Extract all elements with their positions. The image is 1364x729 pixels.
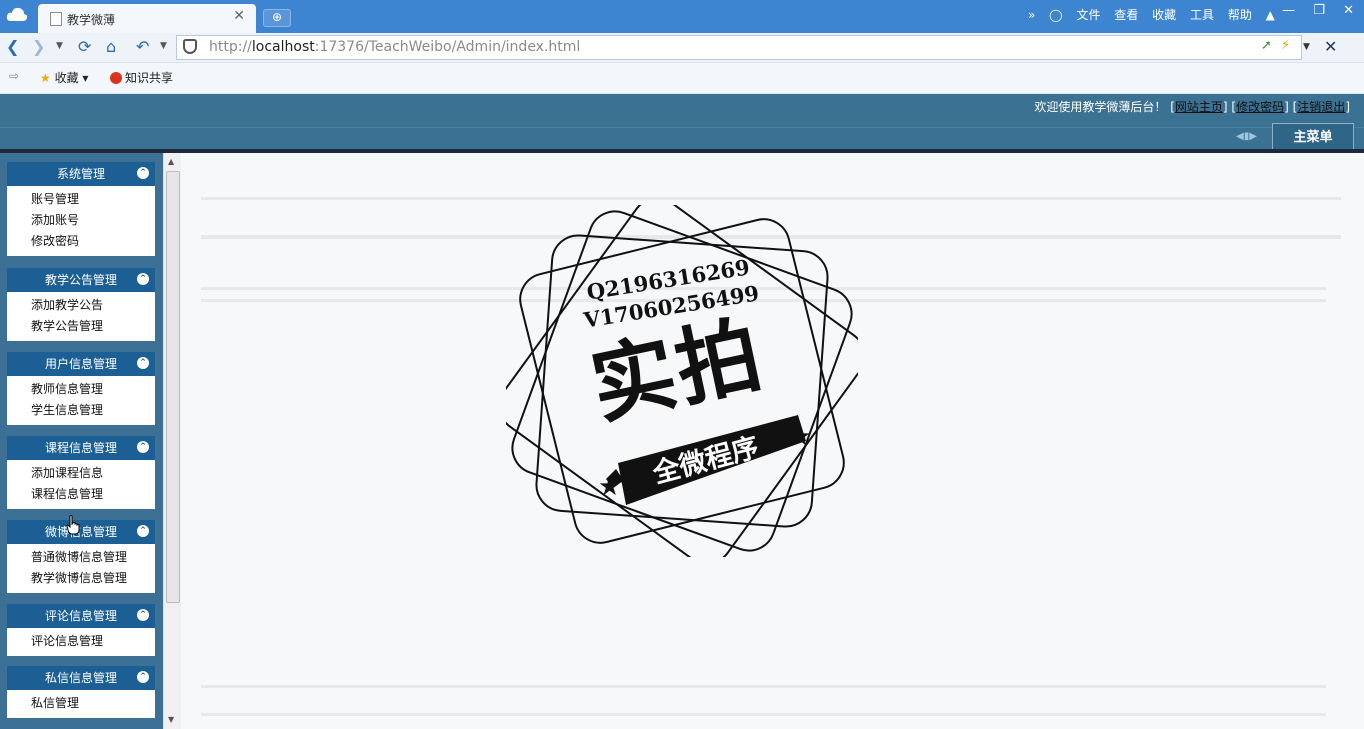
change-password-link[interactable]: 修改密码 xyxy=(1236,100,1284,114)
menu-help[interactable]: 帮助 xyxy=(1228,8,1252,22)
sidebar-item-teaching-weibo[interactable]: 教学微博信息管理 xyxy=(7,568,155,589)
menu-scroll-icon[interactable]: ◀▮▶ xyxy=(1236,131,1257,142)
sidebar-section-system: 系统管理 ⌃ 账号管理 添加账号 修改密码 xyxy=(7,162,155,256)
section-header[interactable]: 课程信息管理 ⌃ xyxy=(7,436,155,460)
welcome-bar: 欢迎使用教学微薄后台！ [网站主页] [修改密码] [注销退出] xyxy=(1034,100,1350,114)
sidebar-item-comment-manage[interactable]: 评论信息管理 xyxy=(7,631,155,652)
maximize-button[interactable]: ❐ xyxy=(1313,3,1325,18)
sidebar: 系统管理 ⌃ 账号管理 添加账号 修改密码 教学公告管理 ⌃ 添加教学公告 教学公告… xyxy=(0,153,163,729)
sidebar-scrollbar[interactable]: ▲ ▼ xyxy=(163,153,181,729)
refresh-icon[interactable]: ⟳ xyxy=(78,37,91,56)
section-header[interactable]: 微博信息管理 ⌃ xyxy=(7,520,155,544)
more-icon[interactable]: » xyxy=(1028,8,1035,22)
share-icon[interactable]: ➚ xyxy=(1261,38,1272,53)
sidebar-section-messages: 私信信息管理 ⌃ 私信管理 xyxy=(7,666,155,718)
browser-titlebar: 教学微薄 ✕ ⊕ » ◯ 文件 查看 收藏 工具 帮助 ▲ — ❐ ✕ xyxy=(0,0,1364,33)
page-icon xyxy=(50,12,62,26)
url-text: http://localhost:17376/TeachWeibo/Admin/… xyxy=(209,39,581,55)
section-header[interactable]: 系统管理 ⌃ xyxy=(7,162,155,186)
browser-tab[interactable]: 教学微薄 ✕ xyxy=(38,4,256,33)
section-header[interactable]: 评论信息管理 ⌃ xyxy=(7,604,155,628)
star-icon: ★ xyxy=(40,71,51,85)
speed-icon[interactable]: ⚡ xyxy=(1281,38,1290,53)
tab-title: 教学微薄 xyxy=(67,13,116,27)
window-controls: — ❐ ✕ xyxy=(1268,3,1354,18)
scroll-down-icon[interactable]: ▼ xyxy=(168,715,174,724)
svg-text:★: ★ xyxy=(598,472,621,502)
sidebar-item-teacher-manage[interactable]: 教师信息管理 xyxy=(7,379,155,400)
faint-divider xyxy=(201,713,1326,716)
knowledge-icon xyxy=(110,72,122,84)
menu-file[interactable]: 文件 xyxy=(1076,8,1100,22)
menu-tools[interactable]: 工具 xyxy=(1190,8,1214,22)
faint-divider xyxy=(201,685,1326,688)
faint-divider xyxy=(201,197,1341,200)
header-divider xyxy=(0,127,1364,128)
tab-close-icon[interactable]: ✕ xyxy=(233,8,245,24)
collapse-icon[interactable]: ⌃ xyxy=(137,671,149,683)
collapse-icon[interactable]: ⌃ xyxy=(137,525,149,537)
sidebar-item-account-manage[interactable]: 账号管理 xyxy=(7,189,155,210)
sidebar-item-normal-weibo[interactable]: 普通微博信息管理 xyxy=(7,547,155,568)
svg-text:★: ★ xyxy=(788,422,811,452)
sidebar-section-weibo: 微博信息管理 ⌃ 普通微博信息管理 教学微博信息管理 xyxy=(7,520,155,593)
sidebar-item-announcement-manage[interactable]: 教学公告管理 xyxy=(7,316,155,337)
section-header[interactable]: 私信信息管理 ⌃ xyxy=(7,666,155,690)
history-dropdown-icon[interactable]: ▼ xyxy=(56,41,63,51)
back-icon[interactable]: ❮ xyxy=(6,37,19,56)
knowledge-share-link[interactable]: 知识共享 xyxy=(110,69,173,86)
collapse-icon[interactable]: ⌃ xyxy=(137,441,149,453)
sidebar-section-users: 用户信息管理 ⌃ 教师信息管理 学生信息管理 xyxy=(7,352,155,425)
sidebar-section-courses: 课程信息管理 ⌃ 添加课程信息 课程信息管理 xyxy=(7,436,155,509)
collapse-icon[interactable]: ⌃ xyxy=(137,167,149,179)
minimize-button[interactable]: — xyxy=(1282,3,1295,18)
favorites-button[interactable]: ★ 收藏 ▾ xyxy=(40,69,88,86)
new-tab-button[interactable]: ⊕ xyxy=(263,9,291,27)
scroll-up-icon[interactable]: ▲ xyxy=(168,157,174,166)
forward-icon[interactable]: ❯ xyxy=(32,37,45,56)
logout-link[interactable]: 注销退出 xyxy=(1297,100,1345,114)
close-window-button[interactable]: ✕ xyxy=(1343,3,1354,18)
main-menu-tab[interactable]: 主菜单 xyxy=(1272,123,1354,150)
sidebar-item-message-manage[interactable]: 私信管理 xyxy=(7,693,155,714)
site-home-link[interactable]: 网站主页 xyxy=(1175,100,1223,114)
navigation-bar: ❮ ❯ ▼ ⟳ ⌂ ↶ ▼ http://localhost:17376/Tea… xyxy=(0,33,1364,63)
security-shield-icon xyxy=(183,39,197,54)
stop-icon[interactable]: ✕ xyxy=(1324,37,1337,56)
sidebar-item-add-course[interactable]: 添加课程信息 xyxy=(7,463,155,484)
home-icon[interactable]: ⌂ xyxy=(106,37,116,56)
sidebar-section-announcement: 教学公告管理 ⌃ 添加教学公告 教学公告管理 xyxy=(7,268,155,341)
sidebar-item-course-manage[interactable]: 课程信息管理 xyxy=(7,484,155,505)
address-bar[interactable]: http://localhost:17376/TeachWeibo/Admin/… xyxy=(176,35,1310,60)
admin-header: 欢迎使用教学微薄后台！ [网站主页] [修改密码] [注销退出] ◀▮▶ 主菜单 xyxy=(0,94,1364,150)
address-dropdown-icon[interactable]: ▼ xyxy=(1303,42,1310,52)
menu-favorites[interactable]: 收藏 xyxy=(1152,8,1176,22)
menu-view[interactable]: 查看 xyxy=(1114,8,1138,22)
sidebar-item-change-password[interactable]: 修改密码 xyxy=(7,231,155,252)
browser-menu: » ◯ 文件 查看 收藏 工具 帮助 ▲ xyxy=(1028,6,1285,23)
watermark-stamp: ★ ★ Q2196316269 V17060256499 实拍 全微程序 xyxy=(506,205,858,557)
section-header[interactable]: 教学公告管理 ⌃ xyxy=(7,268,155,292)
bookmark-bar: ⇨ ★ 收藏 ▾ 知识共享 xyxy=(0,63,1364,94)
sidebar-item-student-manage[interactable]: 学生信息管理 xyxy=(7,400,155,421)
undo-icon[interactable]: ↶ xyxy=(136,37,149,56)
scrollbar-thumb[interactable] xyxy=(166,171,180,603)
undo-dropdown-icon[interactable]: ▼ xyxy=(160,41,167,51)
collapse-icon[interactable]: ⌃ xyxy=(137,273,149,285)
hand-cursor-icon xyxy=(66,515,80,535)
user-icon[interactable]: ◯ xyxy=(1049,8,1062,22)
welcome-text: 欢迎使用教学微薄后台！ xyxy=(1034,100,1167,114)
sidebar-item-add-account[interactable]: 添加账号 xyxy=(7,210,155,231)
collapse-icon[interactable]: ⌃ xyxy=(137,357,149,369)
browser-logo-icon xyxy=(6,7,28,21)
section-header[interactable]: 用户信息管理 ⌃ xyxy=(7,352,155,376)
sidebar-section-comments: 评论信息管理 ⌃ 评论信息管理 xyxy=(7,604,155,656)
sidebar-item-add-announcement[interactable]: 添加教学公告 xyxy=(7,295,155,316)
collapse-icon[interactable]: ⌃ xyxy=(137,609,149,621)
bookmark-arrow-icon[interactable]: ⇨ xyxy=(9,69,19,83)
